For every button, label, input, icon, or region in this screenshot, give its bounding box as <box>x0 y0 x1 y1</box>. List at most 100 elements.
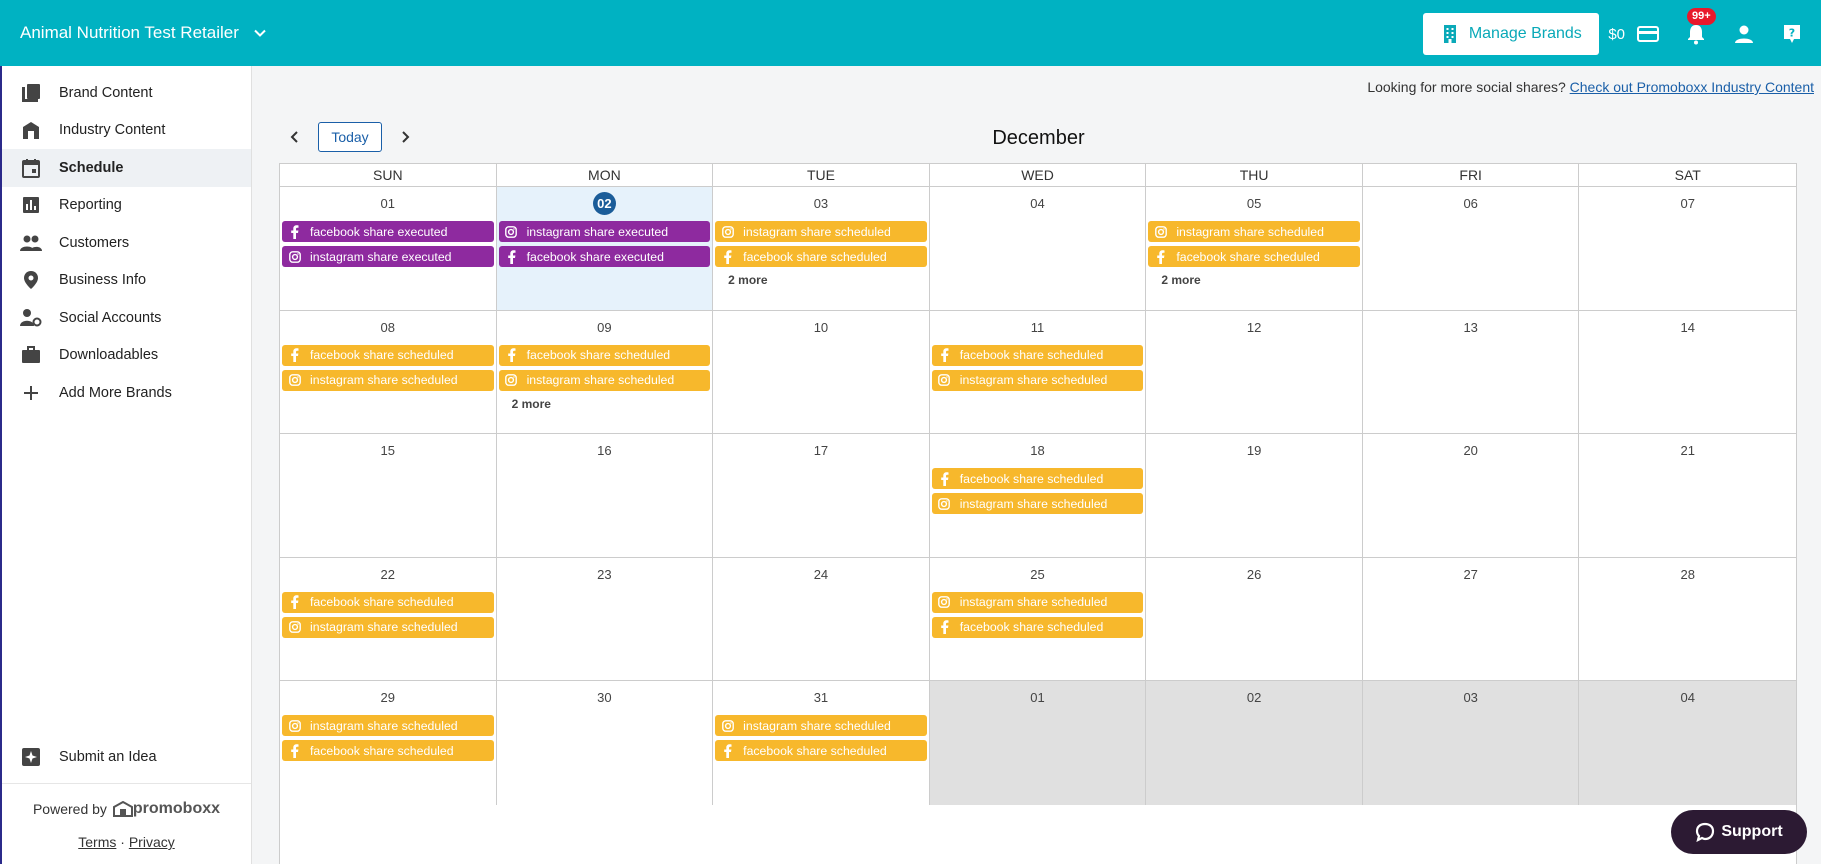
sidebar-item-social-accounts[interactable]: Social Accounts <box>2 299 251 337</box>
calendar-day-cell[interactable]: 16 <box>497 434 714 557</box>
calendar-day-cell[interactable]: 30 <box>497 681 714 805</box>
sidebar-item-downloadables[interactable]: Downloadables <box>2 337 251 375</box>
calendar-day-cell[interactable]: 19 <box>1146 434 1363 557</box>
sidebar-item-label: Schedule <box>59 159 124 176</box>
show-more-link[interactable]: 2 more <box>1161 273 1361 287</box>
calendar-day-cell[interactable]: 13 <box>1363 310 1580 434</box>
instagram-share-event[interactable]: instagram share executed <box>498 221 711 242</box>
instagram-share-event[interactable]: instagram share scheduled <box>715 221 927 242</box>
billing-button[interactable] <box>1635 21 1661 47</box>
submit-idea-button[interactable]: Submit an Idea <box>2 738 251 776</box>
facebook-share-event[interactable]: facebook share scheduled <box>282 591 494 613</box>
sidebar-item-add-more-brands[interactable]: Add More Brands <box>2 374 251 412</box>
facebook-share-event[interactable]: facebook share scheduled <box>931 468 1144 490</box>
instagram-share-event[interactable]: instagram share scheduled <box>931 369 1144 391</box>
sidebar-item-industry-content[interactable]: Industry Content <box>2 112 251 150</box>
calendar-day-cell[interactable]: 01 <box>929 681 1147 805</box>
privacy-link[interactable]: Privacy <box>129 834 175 850</box>
instagram-share-event[interactable]: instagram share scheduled <box>282 369 494 391</box>
day-of-week-label: FRI <box>1363 164 1580 186</box>
previous-month-button[interactable] <box>282 124 308 150</box>
sidebar-item-business-info[interactable]: Business Info <box>2 262 251 300</box>
calendar-day-cell[interactable]: 24 <box>713 557 930 681</box>
calendar-day-cell[interactable]: 15 <box>280 434 497 557</box>
manage-brands-button[interactable]: Manage Brands <box>1423 13 1600 55</box>
day-number: 01 <box>380 196 396 211</box>
instagram-share-event[interactable]: instagram share scheduled <box>1148 221 1360 242</box>
instagram-icon <box>505 225 518 238</box>
calendar-day-cell[interactable]: 09 facebook share scheduled instagram shar… <box>497 310 714 434</box>
instagram-share-event[interactable]: instagram share scheduled <box>498 369 711 391</box>
instagram-icon <box>288 250 301 263</box>
day-number: 07 <box>1680 196 1695 211</box>
retailer-selector[interactable]: Animal Nutrition Test Retailer <box>20 23 267 43</box>
calendar-day-cell[interactable]: 17 <box>713 434 930 557</box>
calendar-day-cell[interactable]: 28 <box>1579 558 1796 681</box>
profile-button[interactable] <box>1731 21 1757 47</box>
calendar-day-cell[interactable]: 03 <box>1362 681 1580 805</box>
calendar-day-cell[interactable]: 22 facebook share scheduled instagram shar… <box>280 557 497 681</box>
next-month-button[interactable] <box>392 124 418 150</box>
calendar-day-cell[interactable]: 04 <box>1579 681 1797 805</box>
facebook-share-event[interactable]: facebook share scheduled <box>715 740 927 762</box>
day-events: facebook share scheduled instagram share … <box>280 344 496 391</box>
sidebar-item-brand-content[interactable]: Brand Content <box>2 74 251 112</box>
show-more-link[interactable]: 2 more <box>728 273 928 287</box>
event-label: instagram share executed <box>526 224 669 239</box>
calendar-day-cell[interactable]: 25 instagram share scheduled facebook shar… <box>930 557 1147 681</box>
facebook-share-event[interactable]: facebook share scheduled <box>715 246 927 267</box>
calendar-day-cell[interactable]: 02 instagram share executed facebook share… <box>496 187 714 310</box>
calendar-day-cell[interactable]: 06 <box>1363 187 1580 310</box>
facebook-share-event[interactable]: facebook share scheduled <box>931 616 1144 638</box>
calendar-day-cell[interactable]: 29 instagram share scheduled facebook shar… <box>280 681 497 805</box>
day-events: facebook share scheduled instagram share … <box>930 468 1146 515</box>
facebook-share-event[interactable]: facebook share executed <box>282 221 494 242</box>
calendar-day-cell[interactable]: 10 <box>713 310 930 434</box>
show-more-link[interactable]: 2 more <box>512 397 712 411</box>
facebook-share-event[interactable]: facebook share scheduled <box>282 344 494 366</box>
event-label: instagram share scheduled <box>743 718 891 733</box>
notifications-button[interactable]: 99+ <box>1683 8 1716 47</box>
calendar-day-cell[interactable]: 18 facebook share scheduled instagram shar… <box>930 434 1147 557</box>
day-number: 02 <box>1246 690 1262 706</box>
calendar-day-cell[interactable]: 03 instagram share scheduled facebook shar… <box>713 187 930 310</box>
instagram-share-event[interactable]: instagram share executed <box>282 246 494 267</box>
facebook-icon <box>288 744 301 758</box>
support-button[interactable]: Support <box>1671 810 1807 854</box>
instagram-share-event[interactable]: instagram share scheduled <box>931 493 1144 515</box>
facebook-share-event[interactable]: facebook share scheduled <box>282 740 494 762</box>
help-button[interactable]: ? <box>1779 21 1805 47</box>
sidebar-item-label: Add More Brands <box>59 384 172 401</box>
calendar-day-cell[interactable]: 21 <box>1579 434 1796 557</box>
calendar-day-cell[interactable]: 27 <box>1363 557 1580 681</box>
facebook-share-event[interactable]: facebook share scheduled <box>1148 246 1360 267</box>
sidebar-item-customers[interactable]: Customers <box>2 224 251 262</box>
facebook-share-event[interactable]: facebook share scheduled <box>931 344 1144 366</box>
calendar-day-cell[interactable]: 11 facebook share scheduled instagram shar… <box>930 310 1147 434</box>
calendar-day-cell[interactable]: 26 <box>1146 557 1363 681</box>
calendar-day-cell[interactable]: 20 <box>1363 434 1580 557</box>
today-button[interactable]: Today <box>318 122 382 152</box>
calendar-day-cell[interactable]: 31 instagram share scheduled facebook shar… <box>713 681 930 805</box>
calendar-day-cell[interactable]: 07 <box>1579 187 1796 310</box>
calendar-day-cell[interactable]: 02 <box>1146 681 1363 805</box>
notification-badge: 99+ <box>1687 8 1716 25</box>
industry-content-link[interactable]: Check out Promoboxx Industry Content <box>1570 79 1814 95</box>
calendar-day-cell[interactable]: 14 <box>1579 311 1796 434</box>
instagram-share-event[interactable]: instagram share scheduled <box>282 616 494 638</box>
sidebar-item-schedule[interactable]: Schedule <box>2 149 251 187</box>
terms-link[interactable]: Terms <box>78 834 116 850</box>
instagram-share-event[interactable]: instagram share scheduled <box>282 715 494 737</box>
facebook-share-event[interactable]: facebook share executed <box>498 246 711 267</box>
calendar-day-cell[interactable]: 08 facebook share scheduled instagram shar… <box>280 310 497 434</box>
calendar-day-cell[interactable]: 23 <box>497 557 714 681</box>
sidebar-item-reporting[interactable]: Reporting <box>2 187 251 225</box>
calendar-day-cell[interactable]: 04 <box>930 187 1147 310</box>
calendar-day-cell[interactable]: 05 instagram share scheduled facebook shar… <box>1146 187 1363 310</box>
instagram-share-event[interactable]: instagram share scheduled <box>931 591 1144 613</box>
facebook-share-event[interactable]: facebook share scheduled <box>498 344 711 366</box>
instagram-share-event[interactable]: instagram share scheduled <box>715 715 927 737</box>
facebook-icon <box>938 620 951 635</box>
calendar-day-cell[interactable]: 01 facebook share executed instagram share… <box>280 187 497 310</box>
calendar-day-cell[interactable]: 12 <box>1146 310 1363 434</box>
